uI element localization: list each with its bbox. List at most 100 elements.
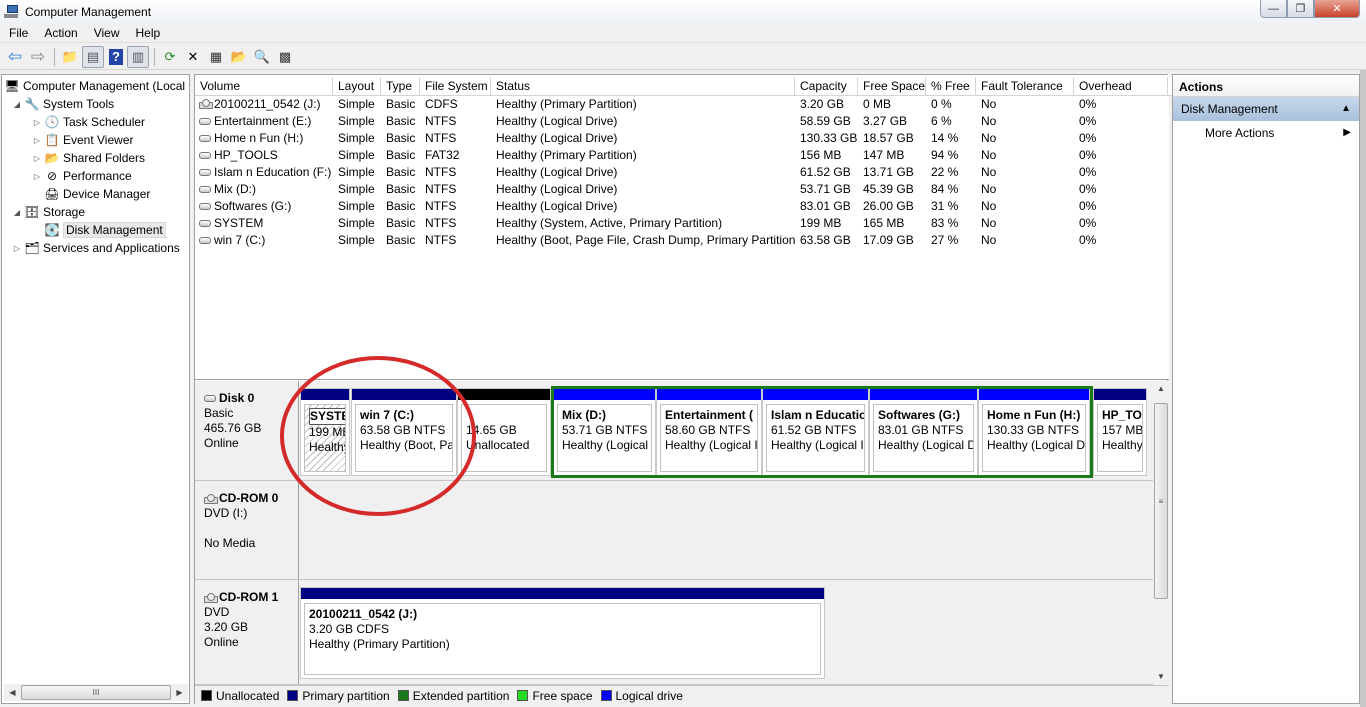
delete-icon[interactable]: ✕ <box>182 46 204 68</box>
collapse-icon[interactable]: ▲ <box>1341 97 1351 121</box>
table-row[interactable]: Mix (D:) Simple Basic NTFS Healthy (Logical … <box>195 181 1168 198</box>
table-row[interactable]: HP_TOOLS Simple Basic FAT32 Healthy (Primary… <box>195 147 1168 164</box>
tree-item-services-and-applications[interactable]: ▷ 🗂 Services and Applications <box>12 239 180 257</box>
tree-item-computer-management-local[interactable]: 🖥 Computer Management (Local <box>4 77 185 95</box>
scroll-up-icon[interactable]: ▲ <box>1153 381 1169 397</box>
table-row[interactable]: Softwares (G:) Simple Basic NTFS Healthy (Lo… <box>195 198 1168 215</box>
cell-type: Basic <box>386 148 416 162</box>
partition[interactable]: win 7 (C:) 63.58 GB NTFS Healthy (Boot, Pa <box>351 388 457 476</box>
cell-capacity: 61.52 GB <box>800 165 851 179</box>
column-header-fault-tolerance[interactable]: Fault Tolerance <box>976 77 1074 96</box>
menu-action[interactable]: Action <box>37 26 84 40</box>
partition[interactable]: 14.65 GB Unallocated <box>457 388 551 476</box>
expanded-arrow-icon[interactable]: ◢ <box>12 100 22 109</box>
menu-help[interactable]: Help <box>129 26 168 40</box>
restore-button[interactable]: ❐ <box>1287 0 1314 18</box>
scroll-right-icon[interactable]: ▶ <box>171 688 188 697</box>
disk-view-vertical-scrollbar[interactable]: ▲ ≡ ▼ <box>1153 381 1169 685</box>
forward-icon[interactable]: ⇨ <box>27 46 49 68</box>
cell-overhead: 0% <box>1079 216 1097 230</box>
column-header-file-system[interactable]: File System <box>420 77 491 96</box>
menu-view[interactable]: View <box>87 26 127 40</box>
cell-free: 0 MB <box>863 97 892 111</box>
partition-name: SYSTEM <box>309 408 345 425</box>
tree-item-storage[interactable]: ◢ 🗄 Storage <box>12 203 85 221</box>
tree-item-event-viewer[interactable]: ▷ 📋 Event Viewer <box>32 131 134 149</box>
cell-overhead: 0% <box>1079 131 1097 145</box>
partition[interactable]: SYSTEM199 MBHealthy <box>300 388 350 476</box>
partition[interactable]: HP_TO 157 MB Healthy <box>1093 388 1147 476</box>
show-hide-tree-icon[interactable]: ▤ <box>82 45 104 68</box>
column-header-free-space[interactable]: Free Space <box>858 77 926 96</box>
minimize-button[interactable]: — <box>1260 0 1287 18</box>
table-row[interactable]: SYSTEM Simple Basic NTFS Healthy (System, Ac… <box>195 215 1168 232</box>
column-header-free[interactable]: % Free <box>926 77 976 96</box>
column-header-type[interactable]: Type <box>381 77 420 96</box>
cell-volume: 20100211_0542 (J:) <box>195 96 333 113</box>
tree-item-shared-folders[interactable]: ▷ 📂 Shared Folders <box>32 149 145 167</box>
table-row[interactable]: Islam n Education (F:) Simple Basic NTFS Hea… <box>195 164 1168 181</box>
refresh-icon[interactable]: ⟳ <box>159 46 181 68</box>
disk-label[interactable]: CD-ROM 1 DVD 3.20 GB Online <box>195 580 299 684</box>
open-icon[interactable]: 📂 <box>228 46 250 68</box>
tree-item-label: Storage <box>43 205 86 219</box>
table-row[interactable]: 20100211_0542 (J:) Simple Basic CDFS Healthy… <box>195 96 1168 113</box>
scroll-left-icon[interactable]: ◀ <box>4 688 21 697</box>
more-actions-item[interactable]: More Actions ▶ <box>1173 121 1359 145</box>
column-header-layout[interactable]: Layout <box>333 77 381 96</box>
cell-layout: Simple <box>338 97 375 111</box>
disk-name: CD-ROM 0 <box>204 491 298 506</box>
legend-item-free-space: Free space <box>517 689 593 703</box>
tree-item-system-tools[interactable]: ◢ 🔧 System Tools <box>12 95 114 113</box>
cell-type: Basic <box>386 216 416 230</box>
disk-label[interactable]: CD-ROM 0 DVD (I:) No Media <box>195 481 299 579</box>
collapsed-arrow-icon[interactable]: ▷ <box>32 136 42 145</box>
system-tools-icon: 🔧 <box>24 97 40 111</box>
disk-info-line: DVD <box>204 605 230 619</box>
collapsed-arrow-icon[interactable]: ▷ <box>32 172 42 181</box>
tree-item-device-manager[interactable]: 🖨 Device Manager <box>32 185 150 203</box>
cell-layout: Simple <box>338 131 375 145</box>
show-hide-action-pane-icon[interactable]: ▥ <box>127 45 149 68</box>
disk-label[interactable]: Disk 0 Basic 465.76 GB Online <box>195 381 299 480</box>
tree-item-task-scheduler[interactable]: ▷ 🕓 Task Scheduler <box>32 113 145 131</box>
tree-item-label: Device Manager <box>63 187 151 201</box>
table-row[interactable]: Entertainment (E:) Simple Basic NTFS Healthy… <box>195 113 1168 130</box>
menu-file[interactable]: File <box>2 26 35 40</box>
collapsed-arrow-icon[interactable]: ▷ <box>32 154 42 163</box>
cell-pct: 14 % <box>931 131 959 145</box>
drive-icon <box>199 135 211 142</box>
partition[interactable]: 20100211_0542 (J:) 3.20 GB CDFS Healthy (P… <box>300 587 825 679</box>
help-icon[interactable]: ? <box>109 48 123 65</box>
legend-item-unallocated: Unallocated <box>201 689 279 703</box>
expanded-arrow-icon[interactable]: ◢ <box>12 208 22 217</box>
legend-item-primary-partition: Primary partition <box>287 689 390 703</box>
tree-item-performance[interactable]: ▷ ⊘ Performance <box>32 167 132 185</box>
scroll-down-icon[interactable]: ▼ <box>1153 669 1169 685</box>
scroll-thumb[interactable]: III <box>21 685 171 700</box>
cell-status: Healthy (Primary Partition) <box>496 148 637 162</box>
search-icon[interactable]: 🔍 <box>251 46 273 68</box>
settings-icon[interactable]: ▩ <box>274 46 296 68</box>
table-row[interactable]: win 7 (C:) Simple Basic NTFS Healthy (Boot, … <box>195 232 1168 249</box>
tree-item-disk-management[interactable]: 💽 Disk Management <box>32 221 166 239</box>
back-icon[interactable]: ⇦ <box>4 46 26 68</box>
properties-icon[interactable]: ▦ <box>205 46 227 68</box>
collapsed-arrow-icon[interactable]: ▷ <box>32 118 42 127</box>
table-row[interactable]: Home n Fun (H:) Simple Basic NTFS Healthy (L… <box>195 130 1168 147</box>
partition-status: Unallocated <box>466 438 530 452</box>
actions-section-disk-management[interactable]: Disk Management ▲ <box>1173 97 1359 121</box>
collapsed-arrow-icon[interactable]: ▷ <box>12 244 22 253</box>
column-header-capacity[interactable]: Capacity <box>795 77 858 96</box>
scroll-thumb[interactable]: ≡ <box>1154 403 1168 599</box>
close-button[interactable]: ✕ <box>1314 0 1360 18</box>
column-header-status[interactable]: Status <box>491 77 795 96</box>
tree-item-label: Disk Management <box>63 222 166 238</box>
disk-graphical-view: ▲ ≡ ▼ Disk 0Basic465.76 GBOnlineSYSTEM19… <box>195 381 1169 685</box>
cell-type: Basic <box>386 131 416 145</box>
up-folder-icon[interactable]: 📁 <box>59 46 81 68</box>
column-header-volume[interactable]: Volume <box>195 77 333 96</box>
tree-horizontal-scrollbar[interactable]: ◀ III ▶ <box>4 684 188 701</box>
column-header-overhead[interactable]: Overhead <box>1074 77 1168 96</box>
tree-item-label: Task Scheduler <box>63 115 146 129</box>
